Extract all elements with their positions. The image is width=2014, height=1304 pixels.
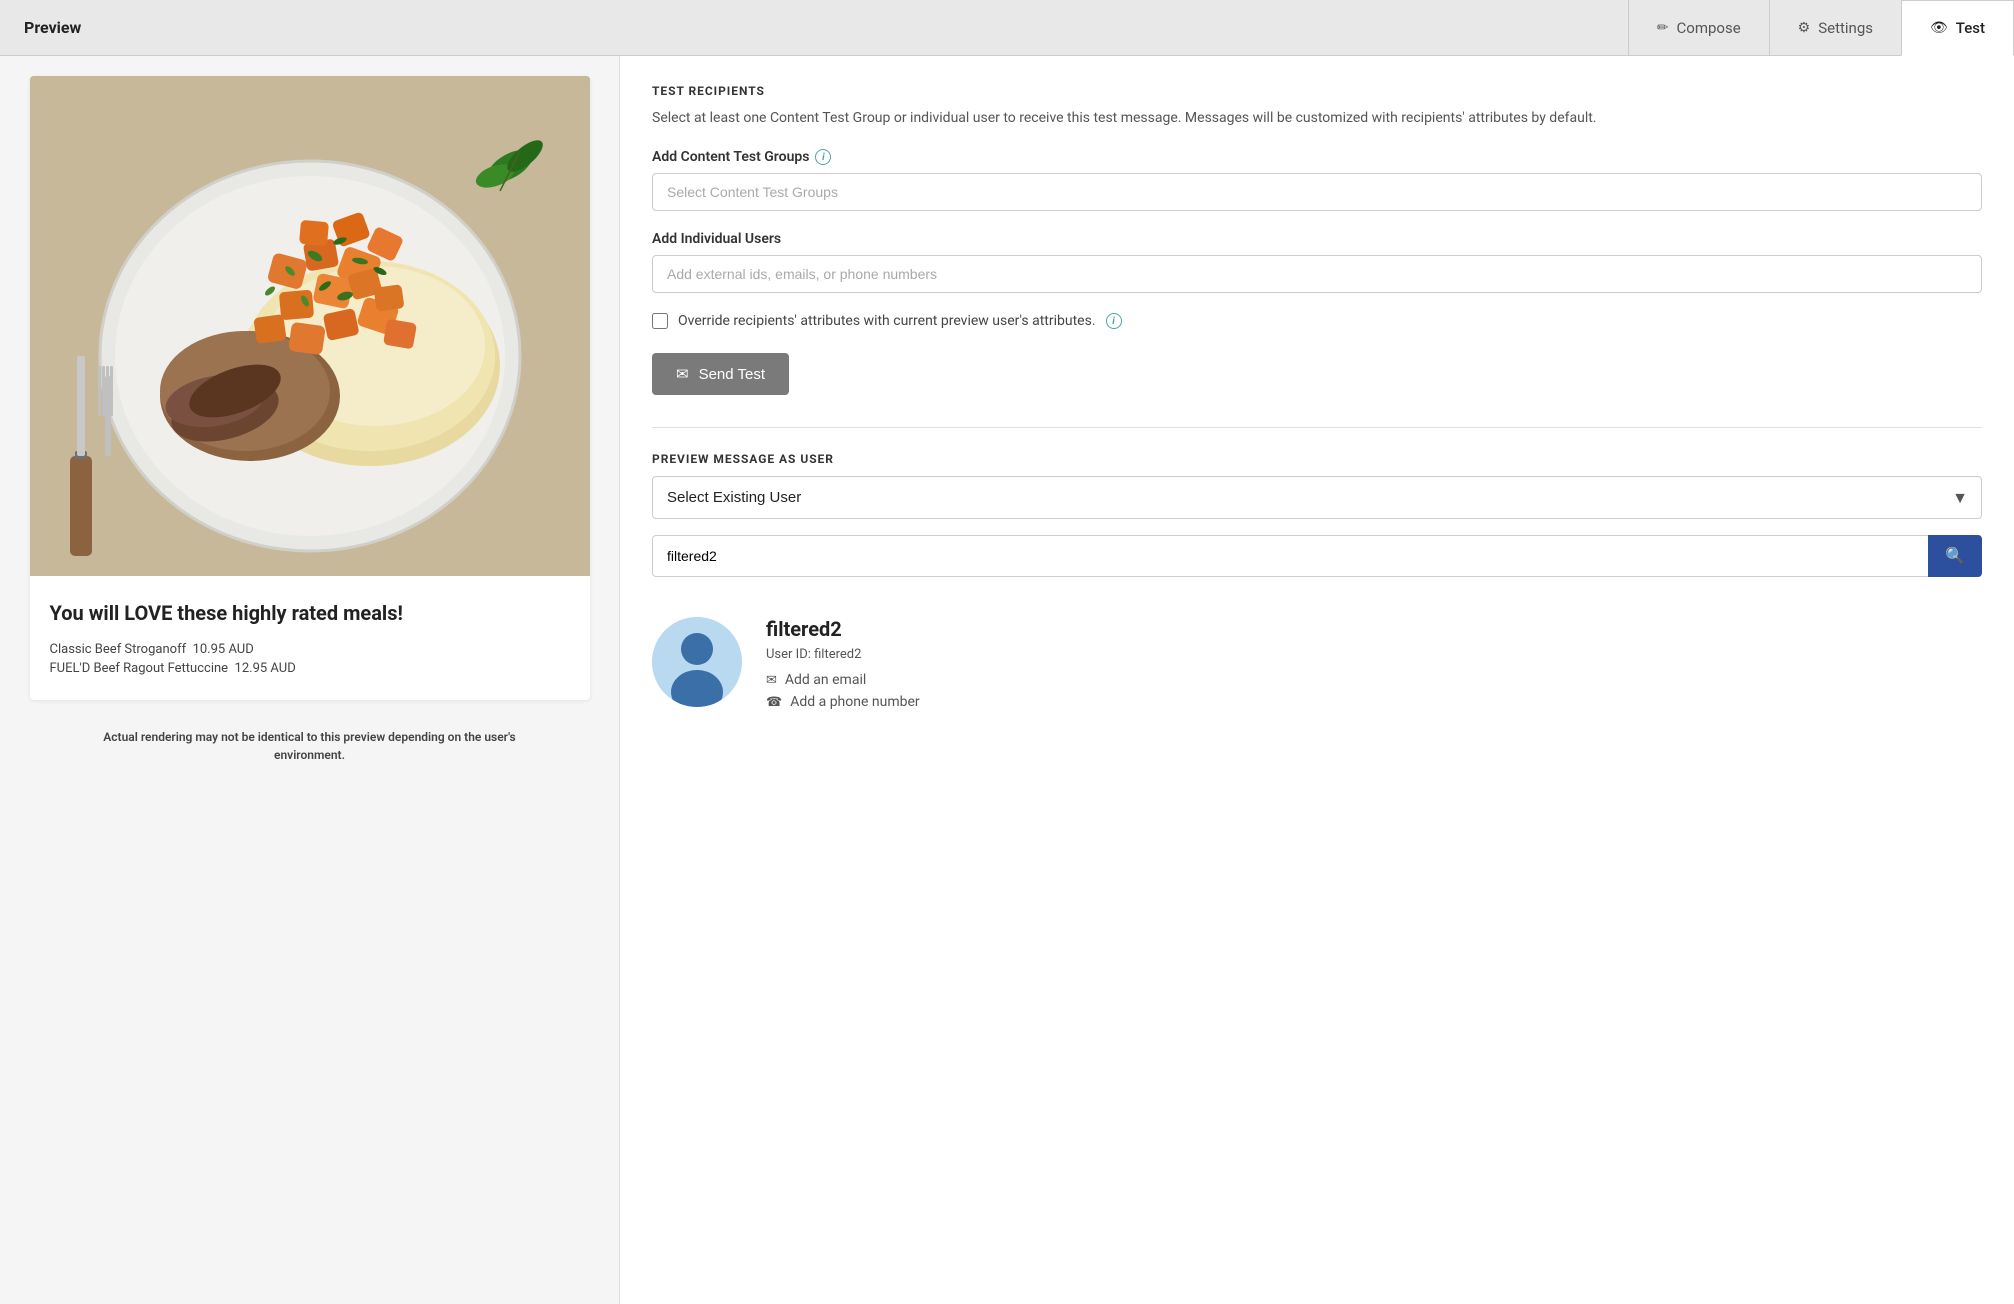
preview-label: Preview bbox=[0, 0, 1628, 55]
food-image bbox=[30, 76, 590, 576]
individual-users-input[interactable] bbox=[652, 255, 1982, 293]
preview-message-section: PREVIEW MESSAGE AS USER Select Existing … bbox=[652, 452, 1982, 726]
test-recipients-title: TEST RECIPIENTS bbox=[652, 84, 1982, 98]
menu-item-2: FUEL'D Beef Ragout Fettuccine 12.95 AUD bbox=[50, 661, 570, 676]
main-layout: You will LOVE these highly rated meals! … bbox=[0, 56, 2014, 1304]
test-recipients-description: Select at least one Content Test Group o… bbox=[652, 108, 1982, 129]
email-content: You will LOVE these highly rated meals! … bbox=[30, 576, 590, 700]
select-existing-user[interactable]: Select Existing User bbox=[652, 476, 1982, 519]
preview-message-title: PREVIEW MESSAGE AS USER bbox=[652, 452, 1982, 466]
avatar bbox=[652, 617, 742, 707]
right-panel: TEST RECIPIENTS Select at least one Cont… bbox=[620, 56, 2014, 1304]
tab-test-label: Test bbox=[1956, 19, 1985, 37]
settings-icon: ⚙ bbox=[1798, 20, 1811, 36]
user-name: filtered2 bbox=[766, 617, 920, 641]
tab-compose[interactable]: ✏ Compose bbox=[1628, 0, 1769, 55]
food-svg bbox=[30, 76, 590, 576]
content-test-groups-input[interactable] bbox=[652, 173, 1982, 211]
search-icon: 🔍 bbox=[1945, 546, 1965, 566]
envelope-icon: ✉ bbox=[676, 365, 689, 383]
override-checkbox[interactable] bbox=[652, 313, 668, 329]
override-checkbox-row: Override recipients' attributes with cur… bbox=[652, 313, 1982, 329]
disclaimer: Actual rendering may not be identical to… bbox=[70, 728, 550, 764]
avatar-svg bbox=[652, 617, 742, 707]
help-icon-content-groups[interactable]: i bbox=[815, 149, 831, 165]
tab-settings-label: Settings bbox=[1818, 19, 1873, 37]
help-icon-override[interactable]: i bbox=[1106, 313, 1122, 329]
add-content-test-groups-label: Add Content Test Groups i bbox=[652, 149, 1982, 165]
tab-test[interactable]: 👁 Test bbox=[1901, 0, 2014, 56]
add-email-link[interactable]: Add an email bbox=[785, 672, 866, 688]
user-phone-row: ☎ Add a phone number bbox=[766, 694, 920, 710]
tab-settings[interactable]: ⚙ Settings bbox=[1769, 0, 1901, 55]
compose-icon: ✏ bbox=[1657, 20, 1669, 36]
user-info: filtered2 User ID: filtered2 ✉ Add an em… bbox=[766, 617, 920, 710]
user-email-row: ✉ Add an email bbox=[766, 672, 920, 688]
nav-tabs: ✏ Compose ⚙ Settings 👁 Test bbox=[1628, 0, 2014, 55]
test-recipients-section: TEST RECIPIENTS Select at least one Cont… bbox=[652, 84, 1982, 395]
send-test-label: Send Test bbox=[699, 366, 765, 383]
override-checkbox-label[interactable]: Override recipients' attributes with cur… bbox=[678, 313, 1096, 329]
email-headline: You will LOVE these highly rated meals! bbox=[50, 600, 570, 626]
section-divider bbox=[652, 427, 1982, 428]
select-existing-user-wrapper: Select Existing User ▼ bbox=[652, 476, 1982, 519]
add-individual-users-label: Add Individual Users bbox=[652, 231, 1982, 247]
email-preview-card: You will LOVE these highly rated meals! … bbox=[30, 76, 590, 700]
user-search-input[interactable] bbox=[652, 535, 1928, 577]
phone-icon: ☎ bbox=[766, 695, 782, 710]
user-card: filtered2 User ID: filtered2 ✉ Add an em… bbox=[652, 601, 1982, 726]
tab-compose-label: Compose bbox=[1677, 19, 1741, 37]
add-phone-link[interactable]: Add a phone number bbox=[790, 694, 919, 710]
send-test-button[interactable]: ✉ Send Test bbox=[652, 353, 789, 395]
left-panel: You will LOVE these highly rated meals! … bbox=[0, 56, 620, 1304]
top-nav: Preview ✏ Compose ⚙ Settings 👁 Test bbox=[0, 0, 2014, 56]
search-row: 🔍 bbox=[652, 535, 1982, 577]
search-button[interactable]: 🔍 bbox=[1928, 535, 1982, 577]
eye-icon: 👁 bbox=[1930, 20, 1948, 36]
user-id: User ID: filtered2 bbox=[766, 647, 920, 662]
email-icon: ✉ bbox=[766, 673, 777, 688]
menu-item-1: Classic Beef Stroganoff 10.95 AUD bbox=[50, 642, 570, 657]
